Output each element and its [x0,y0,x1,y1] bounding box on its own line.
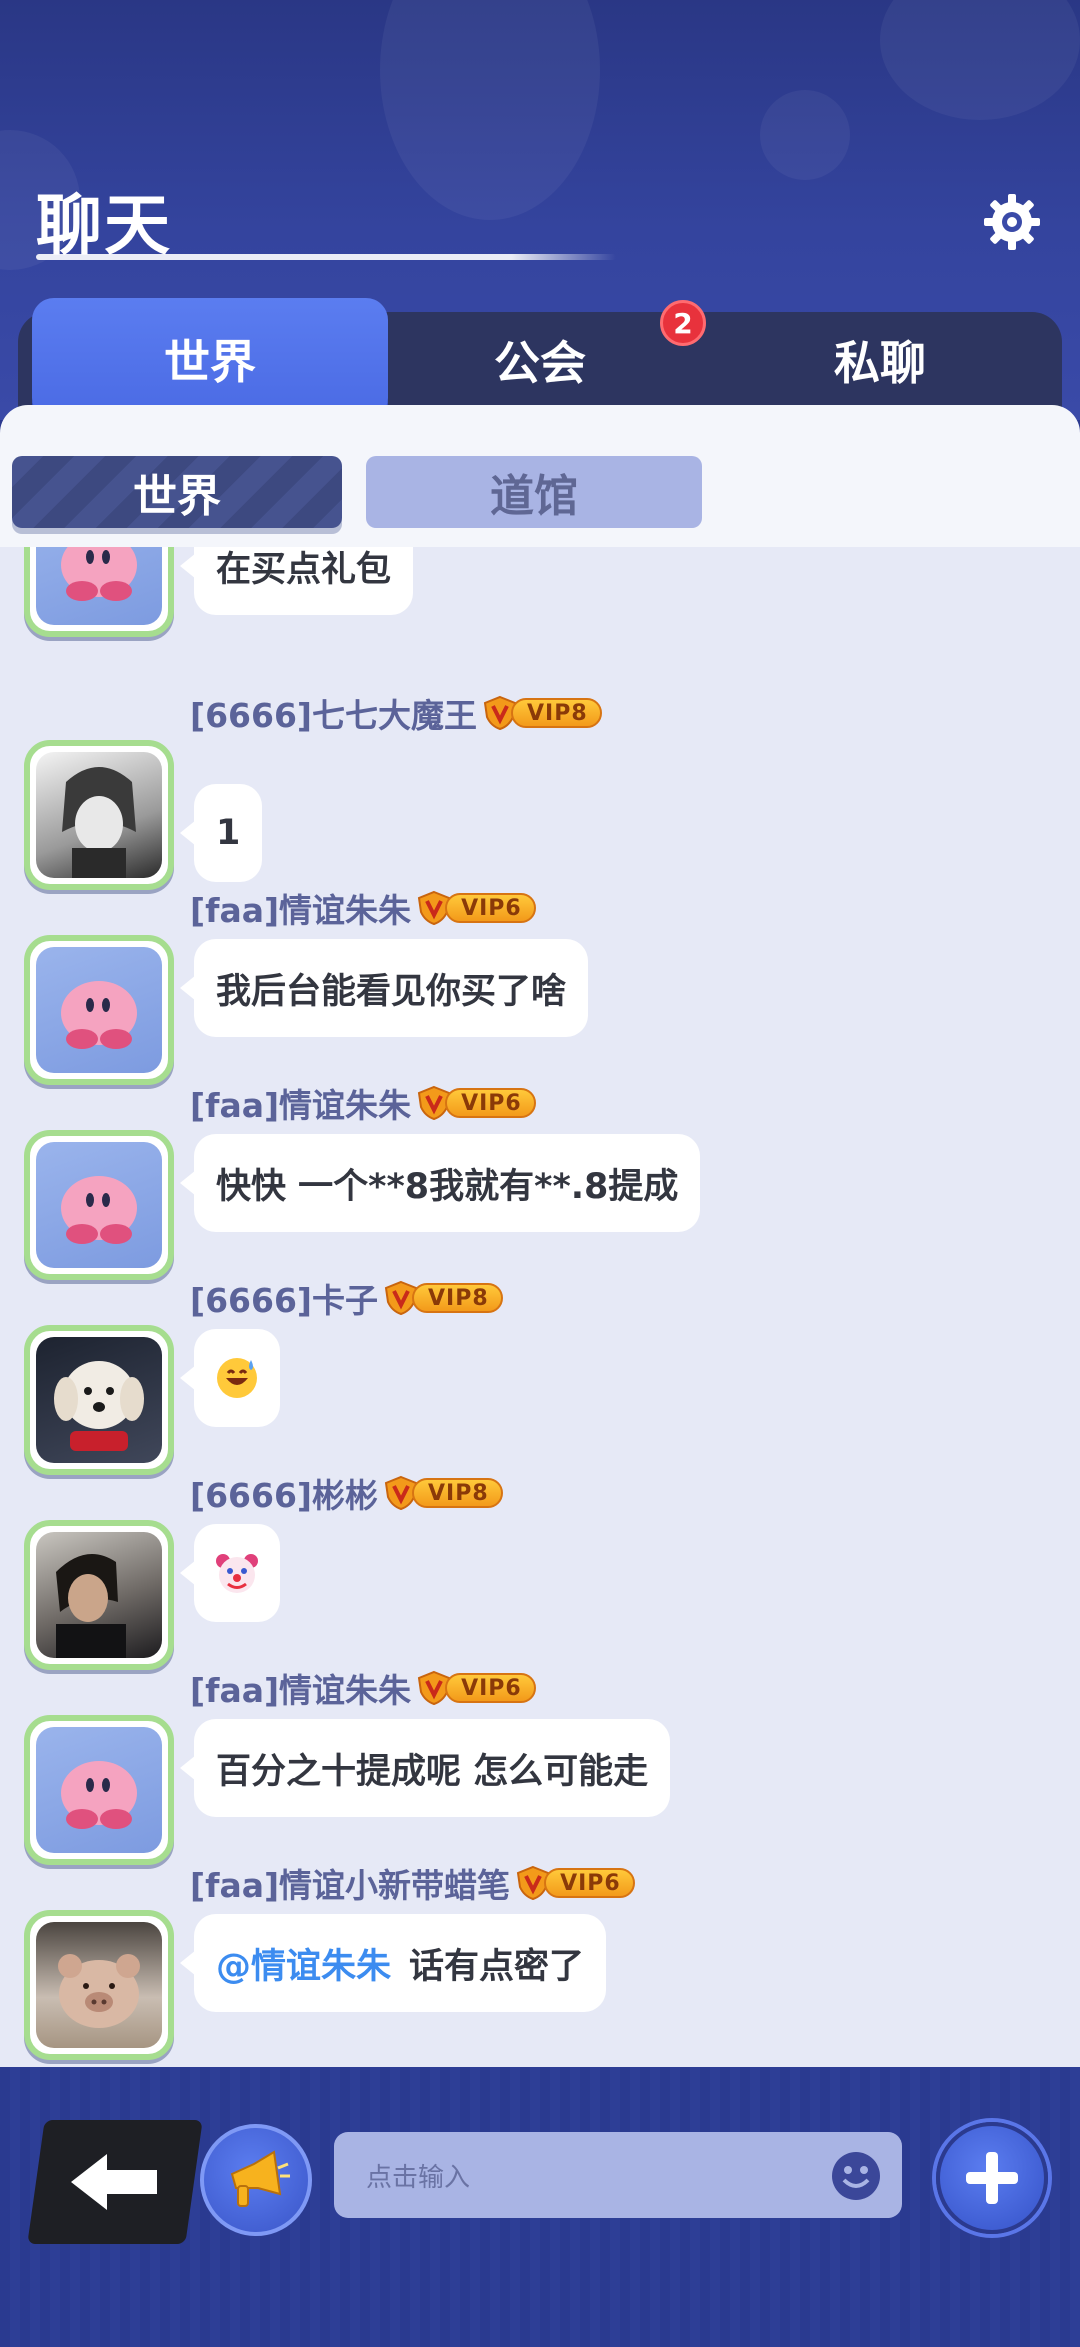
sender-name: [6666]七七大魔王 [190,696,478,735]
message-text: 1 [216,813,241,853]
chat-input[interactable]: 点击输入 [334,2132,902,2218]
arrow-left-icon [71,2154,157,2210]
kirby-avatar [36,547,162,625]
vip-level: VIP8 [511,698,602,728]
dog-avatar [36,1337,162,1463]
decor-shape [880,0,1080,120]
vip-badge: VIP8 [384,1280,503,1316]
grinning-sweat-emoji [217,1358,257,1398]
mention-link[interactable]: @情谊朱朱 [216,1938,391,1989]
vip-badge: VIP6 [417,890,536,926]
subtab-world[interactable]: 世界 [12,456,342,528]
message-text: 快快 一个**8我就有**.8提成 [216,1166,679,1207]
vip-level: VIP8 [412,1478,503,1508]
avatar[interactable] [24,547,174,637]
vip-badge: VIP6 [516,1865,635,1901]
vip-level: VIP6 [445,893,536,923]
chat-message-list[interactable]: 在买点礼包 [6666]七七大魔王 VIP8 1 [faa]情谊朱朱 VIP6 [0,547,1080,2067]
tab-guild[interactable]: 公会 [400,300,680,420]
clown-face-emoji [216,1554,258,1593]
sender-name: [faa]情谊朱朱 [190,891,412,930]
vip-badge: VIP6 [417,1670,536,1706]
sender-name: [6666]卡子 [190,1281,379,1320]
boy-avatar [36,1532,162,1658]
message-sender[interactable]: [6666]彬彬 VIP8 [190,1472,503,1515]
smiley-icon [832,2152,880,2200]
emoji-picker-button[interactable] [830,2150,882,2202]
avatar[interactable] [24,1130,174,1280]
message-sender[interactable]: [faa]情谊朱朱 VIP6 [190,887,536,930]
avatar[interactable] [24,740,174,890]
message-bubble[interactable]: @情谊朱朱 话有点密了 [179,1914,607,2012]
sender-name: [faa]情谊朱朱 [190,1086,412,1125]
message-text: 在买点礼包 [216,549,392,590]
message-text: 话有点密了 [409,1946,585,1987]
avatar[interactable] [24,1325,174,1475]
message-bubble[interactable]: 我后台能看见你买了啥 [179,939,589,1037]
message-text: 百分之十提成呢 怎么可能走 [216,1751,649,1792]
message-text: 我后台能看见你买了啥 [216,971,567,1012]
decor-egg [380,0,600,220]
kirby-avatar [36,947,162,1073]
message-sender[interactable]: [faa]情谊小新带蜡笔 VIP6 [190,1862,635,1905]
plus-icon [966,2152,1018,2204]
sender-name: [6666]彬彬 [190,1476,379,1515]
avatar[interactable] [24,1910,174,2060]
message-bubble[interactable] [180,1329,280,1427]
message-bubble[interactable]: 在买点礼包 [179,547,414,615]
message-sender[interactable]: [6666]七七大魔王 VIP8 [190,692,602,735]
add-button[interactable] [936,2122,1048,2234]
broadcast-button[interactable] [200,2124,312,2236]
message-sender[interactable]: [faa]情谊朱朱 VIP6 [190,1082,536,1125]
title-underline [36,254,616,260]
back-button[interactable] [27,2120,203,2244]
message-bubble[interactable]: 百分之十提成呢 怎么可能走 [179,1719,671,1817]
vip-level: VIP8 [412,1283,503,1313]
subtab-gym-label: 道馆 [490,471,578,522]
vip-badge: VIP6 [417,1085,536,1121]
anime-avatar [36,752,162,878]
avatar[interactable] [24,1715,174,1865]
subtab-world-label: 世界 [133,471,221,522]
avatar[interactable] [24,1520,174,1670]
tab-world[interactable]: 世界 [32,298,388,442]
tab-world-label: 世界 [164,335,256,389]
message-bubble[interactable]: 1 [179,784,263,882]
chat-input-placeholder: 点击输入 [366,2162,471,2193]
sender-name: [faa]情谊朱朱 [190,1671,412,1710]
tab-private[interactable]: 私聊 [740,300,1020,420]
vip-level: VIP6 [544,1868,635,1898]
subtab-gym[interactable]: 道馆 [366,456,702,528]
settings-button[interactable] [980,190,1044,254]
pig-avatar [36,1922,162,2048]
tab-private-label: 私聊 [834,336,926,390]
avatar[interactable] [24,935,174,1085]
gear-icon [984,194,1040,250]
tab-guild-label: 公会 [494,336,586,390]
vip-badge: VIP8 [483,695,602,731]
message-bubble[interactable]: 快快 一个**8我就有**.8提成 [179,1134,701,1232]
vip-level: VIP6 [445,1673,536,1703]
decor-paw [760,90,850,180]
guild-unread-badge: 2 [660,300,706,346]
vip-level: VIP6 [445,1088,536,1118]
message-sender[interactable]: [6666]卡子 VIP8 [190,1277,503,1320]
kirby-avatar [36,1142,162,1268]
message-bubble[interactable] [180,1524,280,1622]
message-sender[interactable]: [faa]情谊朱朱 VIP6 [190,1667,536,1710]
megaphone-icon [230,2150,290,2207]
sender-name: [faa]情谊小新带蜡笔 [190,1866,511,1905]
kirby-avatar [36,1727,162,1853]
vip-badge: VIP8 [384,1475,503,1511]
